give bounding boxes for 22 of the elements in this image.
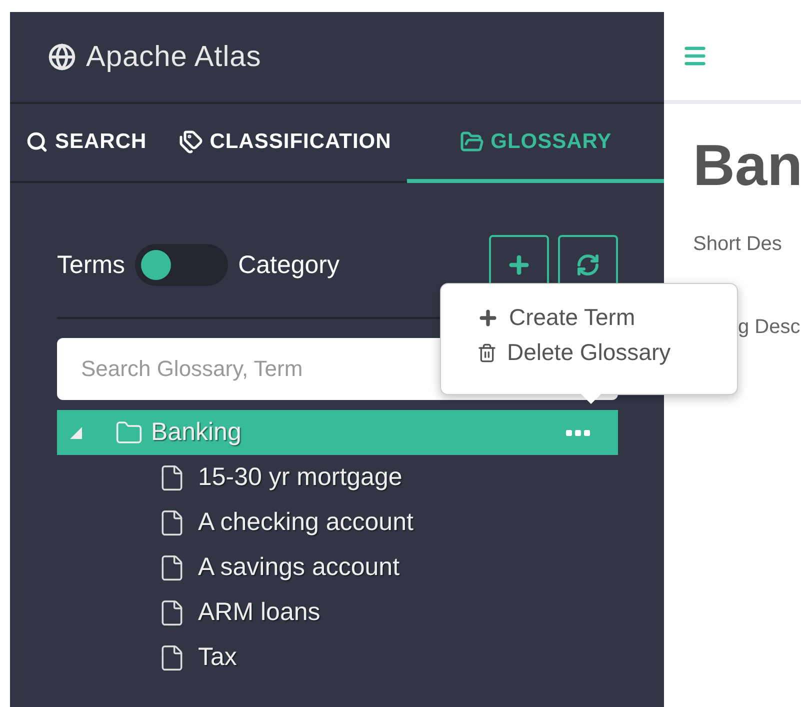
field-label: g Desc bbox=[738, 316, 801, 339]
view-switch[interactable] bbox=[135, 244, 228, 286]
search-icon bbox=[26, 130, 48, 152]
entity-title: Ban bbox=[693, 132, 801, 199]
tree-item[interactable]: 15-30 yr mortgage bbox=[57, 455, 618, 500]
tree-item[interactable]: A checking account bbox=[57, 500, 618, 545]
menu-item[interactable]: Create Term bbox=[477, 304, 737, 331]
folder-icon bbox=[460, 130, 484, 154]
nav-tab[interactable]: CLASSIFICATION bbox=[162, 104, 408, 183]
nav-tab[interactable]: GLOSSARY bbox=[407, 104, 664, 183]
app-title: Apache Atlas bbox=[86, 40, 262, 74]
nav-tab[interactable]: SEARCH bbox=[10, 104, 163, 183]
tags-icon bbox=[178, 130, 203, 154]
field-label: Short Des bbox=[693, 233, 783, 256]
globe-icon bbox=[48, 43, 76, 71]
trash-icon bbox=[477, 342, 497, 362]
tree-item[interactable]: ARM loans bbox=[57, 590, 618, 635]
refresh-icon bbox=[576, 253, 600, 277]
tree-item[interactable]: A savings account bbox=[57, 545, 618, 590]
tree-item[interactable]: Tax bbox=[57, 635, 618, 680]
toggle-label: Category bbox=[238, 250, 340, 280]
toggle-label: Terms bbox=[57, 250, 126, 280]
